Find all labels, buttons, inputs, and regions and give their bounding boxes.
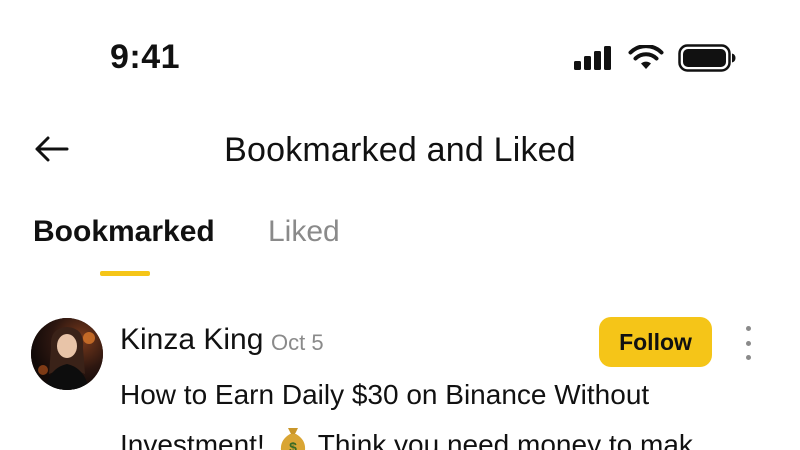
author-name[interactable]: Kinza King xyxy=(120,323,263,357)
status-time: 9:41 xyxy=(110,38,181,76)
post-text-end: Think you need money to mak xyxy=(317,429,693,450)
more-vertical-icon xyxy=(745,326,751,331)
cellular-signal-icon xyxy=(574,45,614,75)
active-tab-indicator xyxy=(100,271,150,276)
post-date: Oct 5 xyxy=(271,330,324,355)
money-bag-icon: $ xyxy=(279,426,307,450)
post-text-line-2[interactable]: Investment! $ Think you need money to ma… xyxy=(120,426,693,450)
tab-bookmarked[interactable]: Bookmarked xyxy=(33,215,215,249)
svg-text:$: $ xyxy=(289,439,297,450)
post-text-line-1[interactable]: How to Earn Daily $30 on Binance Without xyxy=(120,379,649,411)
post-text-start: Investment! xyxy=(120,429,265,450)
status-icons xyxy=(574,43,736,77)
tab-liked[interactable]: Liked xyxy=(268,215,340,249)
battery-icon xyxy=(678,43,736,77)
more-options-button[interactable] xyxy=(738,326,758,360)
bookmarked-liked-screen: 9:41 Bookmarked and Liked Bookmarked Lik… xyxy=(0,0,800,450)
author-avatar[interactable] xyxy=(31,318,103,390)
wifi-icon xyxy=(628,43,664,76)
page-title: Bookmarked and Liked xyxy=(224,131,576,169)
follow-button[interactable]: Follow xyxy=(599,317,712,367)
